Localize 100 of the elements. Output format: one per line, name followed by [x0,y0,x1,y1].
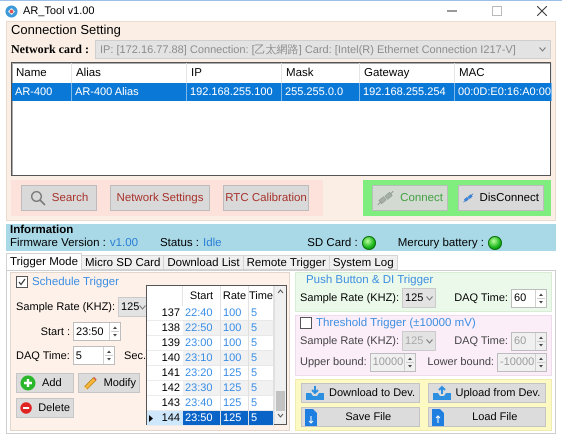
settings-button[interactable]: RTC Calibration [223,185,309,211]
table-cell[interactable]: 125 [221,366,249,381]
unit-label: Sec. [124,350,146,362]
table-cell[interactable]: 23:00 [183,336,221,351]
tab[interactable]: Micro SD Card [80,255,164,270]
table-cell[interactable]: 5 [249,396,274,411]
close-icon[interactable] [537,6,547,16]
tab[interactable]: Trigger Mode [6,253,82,270]
info-value: Idle [203,237,222,249]
chevron-down-icon [426,296,434,300]
daq-time-label: DAQ Time: [454,292,508,304]
row-header[interactable]: 138 [147,321,183,336]
table-cell[interactable]: 5 [249,411,274,426]
row-header[interactable]: 141 [147,366,183,381]
table-cell[interactable]: 00:0D:E0:16:A0:00 [455,83,552,101]
chevron-down-icon [426,338,434,344]
table-cell[interactable]: 5 [249,321,274,336]
search-icon [30,190,46,206]
table-cell[interactable]: 23:40 [183,396,221,411]
row-header[interactable]: 140 [147,351,183,366]
sample-rate-select[interactable]: 125 [402,288,436,308]
modify-button[interactable]: Modify [78,373,140,393]
search-button[interactable]: Search [21,185,97,211]
delete-button[interactable]: Delete [16,398,74,418]
group-title: Push Button & DI Trigger [306,274,434,286]
upper-bound-label: Upper bound: [300,356,367,368]
table-cell[interactable]: 23:50 [183,411,221,426]
table-cell[interactable]: 100 [221,306,249,321]
row-header[interactable]: 143 [147,396,183,411]
table-cell[interactable]: 100 [221,351,249,366]
table-cell[interactable]: 5 [249,351,274,366]
download-button[interactable]: Download to Dev. [301,383,420,403]
table-cell[interactable]: 125 [221,396,249,411]
app-icon [5,4,18,18]
indicator-label: Mercury battery : [398,237,484,249]
table-cell[interactable]: 100 [221,336,249,351]
info-value: v1.00 [110,237,138,249]
table-cell[interactable]: 125 [221,381,249,396]
upload-icon [432,385,452,401]
row-header[interactable]: 144 [147,411,183,426]
indicator-label: SD Card : [307,237,358,249]
tab[interactable]: Download List [163,255,244,270]
network-card-label: Network card : [11,42,89,56]
add-button[interactable]: Add [16,373,74,393]
table-cell[interactable]: 100 [221,321,249,336]
add-icon [20,375,36,391]
daq-time-label: DAQ Time: [454,335,508,347]
info-label: Status : [160,237,199,249]
row-header[interactable]: 139 [147,336,183,351]
info-label: Firmware Version : [10,237,106,249]
group-title: Schedule Trigger [32,276,119,288]
table-cell[interactable]: 255.255.0.0 [282,83,360,101]
start-label: Start : [40,326,70,338]
sample-rate-label: Sample Rate (KHZ): [300,335,400,347]
spin-buttons[interactable] [535,290,546,306]
download-icon [305,385,325,401]
table-cell[interactable]: 5 [249,381,274,396]
settings-button[interactable]: Network Settings [110,185,210,211]
file-upload-icon [432,408,444,426]
spin-buttons[interactable] [109,323,120,340]
tab[interactable]: Remote Trigger [242,255,330,270]
table-cell[interactable]: 5 [249,366,274,381]
pencil-icon [82,374,98,392]
panel-title: Connection Setting [11,22,122,38]
file-download-icon [305,408,317,426]
table-cell[interactable]: AR-400 Alias [72,83,187,101]
row-header[interactable]: 137 [147,306,183,321]
delete-icon [20,400,32,416]
lower-bound-label: Lower bound: [427,356,494,368]
daq-time-field[interactable]: 5 [72,346,115,365]
table-cell[interactable]: 5 [249,336,274,351]
save-button[interactable]: Save File [301,407,420,427]
table-cell[interactable]: 23:10 [183,351,221,366]
table-cell[interactable]: 192.168.255.100 [187,83,282,101]
sample-rate-label: Sample Rate (KHZ): [16,301,116,313]
load-button[interactable]: Load File [428,407,546,427]
chevron-down-icon [139,304,146,310]
table-cell[interactable]: 23:30 [183,381,221,396]
table-cell[interactable]: 22:50 [183,321,221,336]
plug-icon [377,189,394,207]
table-cell[interactable]: 23:20 [183,366,221,381]
table-cell[interactable]: 22:40 [183,306,221,321]
spin-buttons[interactable] [102,347,114,364]
scrollbar-thumb[interactable] [276,391,286,411]
disconnect-button[interactable]: DisConnect [458,185,544,211]
scrollbar[interactable] [274,286,286,424]
group-title: Threshold Trigger (±10000 mV) [316,317,476,329]
chevron-down-icon [539,46,546,52]
row-header[interactable]: 142 [147,381,183,396]
table-cell[interactable]: 5 [249,306,274,321]
upload-button[interactable]: Upload from Dev. [428,383,546,403]
sample-rate-label: Sample Rate (KHZ): [300,292,400,304]
schedule-checkbox[interactable] [16,276,28,288]
start-time-field[interactable]: 23:50 [73,322,121,341]
daq-time-field[interactable]: 60 [511,288,547,308]
table-cell[interactable]: 192.168.255.254 [360,83,455,101]
tab[interactable]: System Log [328,255,398,270]
table-cell[interactable]: 125 [221,411,249,426]
table-cell[interactable]: AR-400 [12,83,72,101]
window-title: AR_Tool v1.00 [23,5,96,17]
